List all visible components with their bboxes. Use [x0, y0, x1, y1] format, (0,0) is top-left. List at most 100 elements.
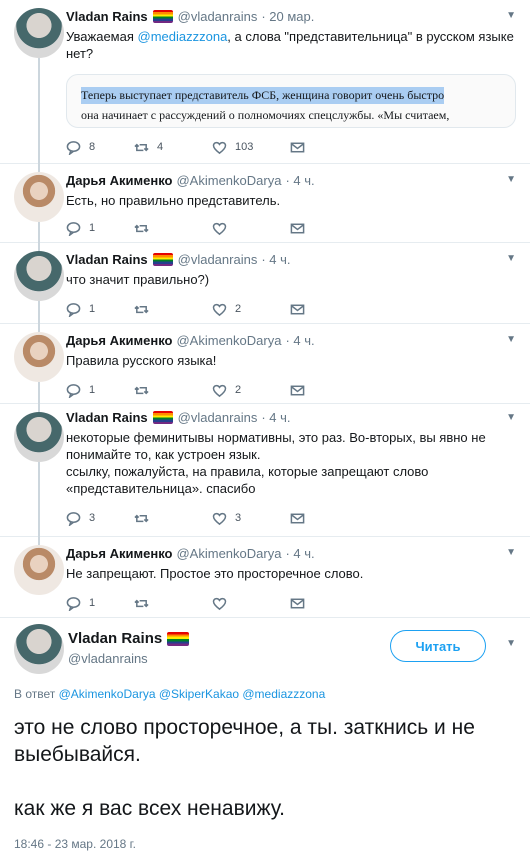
retweet-button[interactable] [134, 383, 212, 398]
author-handle[interactable]: @vladanrains [178, 9, 258, 24]
tweet[interactable]: Vladan Rains @vladanrains · 4 ч. ▼ что з… [0, 243, 530, 328]
chevron-down-icon[interactable]: ▼ [506, 253, 516, 264]
tweet-text: некоторые феминитывы нормативны, это раз… [66, 430, 486, 462]
retweet-icon [134, 143, 149, 151]
reply-button[interactable]: 1 [66, 302, 134, 317]
tweet[interactable]: Дарья Акименко @AkimenkoDarya · 4 ч. ▼ Е… [0, 164, 530, 247]
tweet-text-part: Уважаемая [66, 29, 138, 44]
tweet[interactable]: Vladan Rains @vladanrains · 20 мар. ▼ Ув… [0, 0, 530, 168]
retweet-button[interactable]: 4 [134, 140, 212, 155]
tweet-text: Не запрещают. Простое это просторечное с… [66, 566, 364, 581]
reply-button[interactable]: 1 [66, 221, 134, 236]
avatar[interactable] [14, 8, 64, 58]
retweet-button[interactable] [134, 221, 212, 236]
thread-connector [38, 164, 40, 172]
author-name[interactable]: Vladan Rains [66, 410, 148, 425]
chevron-down-icon[interactable]: ▼ [506, 174, 516, 185]
author-name[interactable]: Дарья Акименко [66, 333, 172, 348]
follow-button[interactable]: Читать [390, 630, 486, 662]
reply-count: 3 [89, 512, 96, 524]
tweet[interactable]: Vladan Rains @vladanrains · 4 ч. ▼ некот… [0, 404, 530, 541]
retweet-button[interactable] [134, 511, 212, 526]
tweet-time[interactable]: · 4 ч. [261, 410, 290, 425]
author-handle[interactable]: @AkimenkoDarya [176, 173, 281, 188]
like-button[interactable] [212, 596, 290, 611]
author-handle[interactable]: @AkimenkoDarya [176, 546, 281, 561]
rainbow-flag-icon [152, 411, 173, 424]
dm-button[interactable] [290, 596, 305, 611]
avatar[interactable] [14, 412, 64, 462]
retweet-icon [134, 224, 149, 232]
reply-button[interactable]: 1 [66, 383, 134, 398]
tweet-time[interactable]: · 4 ч. [285, 173, 314, 188]
rainbow-flag-icon [152, 10, 173, 23]
dm-button[interactable] [290, 511, 305, 526]
envelope-icon [290, 598, 305, 608]
retweet-button[interactable] [134, 302, 212, 317]
mention-link[interactable]: @mediazzzona [138, 29, 228, 44]
avatar[interactable] [14, 624, 64, 674]
author-name[interactable]: Дарья Акименко [66, 546, 172, 561]
tweet[interactable]: Дарья Акименко @AkimenkoDarya · 4 ч. ▼ П… [0, 324, 530, 408]
dm-button[interactable] [290, 221, 305, 236]
reply-button[interactable]: 1 [66, 596, 134, 611]
dm-button[interactable] [290, 302, 305, 317]
tweet-time[interactable]: · 20 мар. [261, 9, 314, 24]
author-handle[interactable]: @vladanrains [68, 651, 148, 666]
reply-button[interactable]: 3 [66, 511, 134, 526]
author-handle[interactable]: @AkimenkoDarya [176, 333, 281, 348]
envelope-icon [290, 304, 305, 314]
like-button[interactable]: 2 [212, 383, 290, 398]
reply-icon [66, 383, 81, 398]
like-button[interactable]: 3 [212, 511, 290, 526]
reply-icon [66, 511, 81, 526]
heart-icon [212, 597, 227, 610]
quoted-media-card[interactable]: Теперь выступает представитель ФСБ, женщ… [66, 74, 516, 128]
heart-icon [212, 141, 227, 154]
heart-icon [212, 384, 227, 397]
chevron-down-icon[interactable]: ▼ [506, 10, 516, 21]
reply-mentions[interactable]: @AkimenkoDarya @SkiperKakao @mediazzzona [59, 687, 326, 701]
avatar[interactable] [14, 545, 64, 595]
tweet-text: Есть, но правильно представитель. [66, 193, 281, 208]
chevron-down-icon[interactable]: ▼ [506, 638, 516, 649]
thread-connector [38, 537, 40, 545]
tweet-time[interactable]: · 4 ч. [285, 546, 314, 561]
like-count: 3 [235, 512, 242, 524]
quote-highlight-text: Теперь выступает представитель ФСБ, женщ… [81, 87, 445, 104]
chevron-down-icon[interactable]: ▼ [506, 547, 516, 558]
envelope-icon [290, 513, 305, 523]
author-name[interactable]: Vladan Rains [68, 630, 194, 647]
tweet-timestamp[interactable]: 18:46 - 23 мар. 2018 г. [14, 837, 136, 851]
retweet-button[interactable] [134, 596, 212, 611]
like-button[interactable]: 2 [212, 302, 290, 317]
avatar[interactable] [14, 172, 64, 222]
author-name[interactable]: Vladan Rains [66, 9, 148, 24]
tweet[interactable]: Дарья Акименко @AkimenkoDarya · 4 ч. ▼ Н… [0, 537, 530, 618]
chevron-down-icon[interactable]: ▼ [506, 412, 516, 423]
dm-button[interactable] [290, 140, 305, 155]
avatar[interactable] [14, 332, 64, 382]
chevron-down-icon[interactable]: ▼ [506, 334, 516, 345]
envelope-icon [290, 385, 305, 395]
dm-button[interactable] [290, 383, 305, 398]
thread-connector [38, 58, 40, 168]
main-tweet-line: это не слово просторечное, а ты. заткнис… [14, 716, 475, 766]
author-name[interactable]: Дарья Акименко [66, 173, 172, 188]
retweet-icon [134, 599, 149, 607]
avatar[interactable] [14, 251, 64, 301]
like-button[interactable]: 103 [212, 140, 290, 155]
reply-button[interactable]: 8 [66, 140, 134, 155]
like-button[interactable] [212, 221, 290, 236]
author-handle[interactable]: @vladanrains [178, 252, 258, 267]
author-handle[interactable]: @vladanrains [178, 410, 258, 425]
tweet-text: что значит правильно?) [66, 272, 210, 287]
rainbow-flag-icon [152, 253, 173, 266]
quote-text: она начинает с рассуждений о полномочиях… [81, 108, 450, 122]
retweet-icon [134, 514, 149, 522]
author-name[interactable]: Vladan Rains [66, 252, 148, 267]
tweet-time[interactable]: · 4 ч. [285, 333, 314, 348]
author-name-text[interactable]: Vladan Rains [68, 630, 162, 647]
like-count: 2 [235, 303, 242, 315]
tweet-time[interactable]: · 4 ч. [261, 252, 290, 267]
